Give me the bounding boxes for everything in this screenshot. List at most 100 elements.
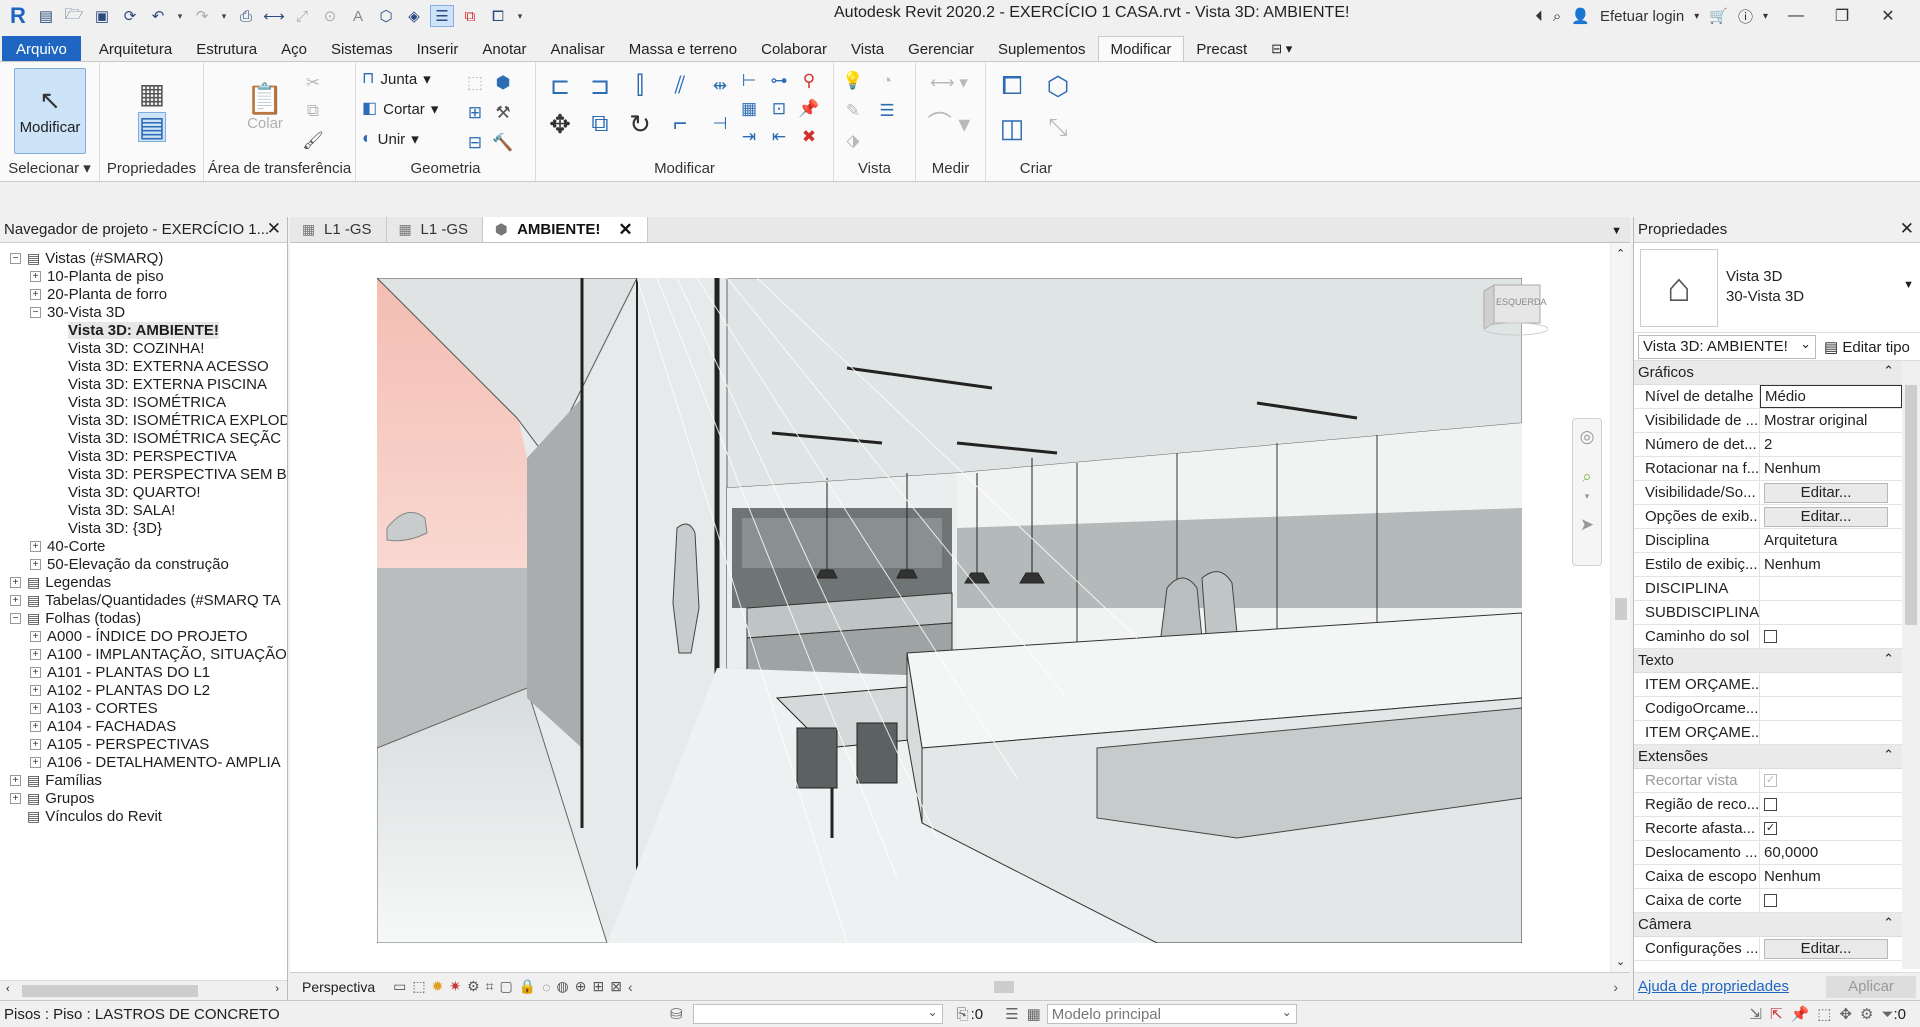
cut-geometry-button[interactable]: ◧ Cortar ▾ [362, 100, 438, 119]
collapse-icon[interactable]: − [10, 252, 21, 264]
select-links-icon[interactable]: ⇲ [1749, 1005, 1762, 1023]
cut-icon[interactable]: ✂ [300, 70, 326, 96]
edit-type-button[interactable]: ▤ Editar tipo [1824, 338, 1910, 356]
property-checkbox[interactable] [1764, 630, 1777, 643]
expand-icon[interactable]: + [10, 576, 21, 588]
property-value[interactable] [1760, 673, 1902, 696]
viewport-scrollbar[interactable]: ⌃ ⌄ [1612, 243, 1630, 972]
property-value[interactable]: Arquitetura [1760, 529, 1902, 552]
tab-massing[interactable]: Massa e terreno [617, 36, 749, 62]
match-properties-icon[interactable]: 🖌 [300, 128, 326, 154]
type-dropdown-icon[interactable]: ▼ [1903, 279, 1914, 291]
unite-button[interactable]: ◐ Unir ▾ [362, 130, 419, 149]
property-value[interactable]: 2 [1760, 433, 1902, 456]
tab-collaborate[interactable]: Colaborar [749, 36, 839, 62]
property-value[interactable]: 60,0000 [1760, 841, 1902, 864]
split-icon[interactable]: ⊣ [702, 106, 738, 142]
wall-joins-icon[interactable]: ⊞ [462, 100, 488, 126]
constraints-icon[interactable]: ⊠ [610, 978, 622, 995]
select-by-face-icon[interactable]: ⬚ [1817, 1005, 1831, 1023]
rendered-scene[interactable] [377, 278, 1522, 943]
sun-path-icon[interactable]: ✹ [432, 978, 444, 995]
modify-button[interactable]: ↖ Modificar [14, 68, 86, 154]
copy-element-icon[interactable]: ⧉ [582, 106, 618, 142]
create-similar-icon[interactable]: ⤡ [1040, 110, 1076, 146]
select-pinned-icon[interactable]: 📌 [1791, 1005, 1810, 1023]
main-model-icon[interactable]: ▦ [1027, 1005, 1041, 1023]
expand-icon[interactable]: + [30, 720, 41, 732]
login-dropdown-icon[interactable]: ▾ [1694, 11, 1699, 22]
tab-systems[interactable]: Sistemas [319, 36, 405, 62]
render-icon[interactable]: ⚙ [467, 978, 480, 995]
aligned-dimension-icon[interactable]: ⌒ ▾ [922, 108, 976, 138]
split-face-icon[interactable]: ⬚ [462, 70, 488, 96]
reveal-hidden-icon[interactable]: ◍ [557, 978, 569, 995]
tab-addins[interactable]: Suplementos [986, 36, 1098, 62]
mirror-draw-icon[interactable]: ⫽ [662, 68, 698, 104]
scale-icon[interactable]: ⊡ [766, 96, 792, 122]
orbit-icon[interactable]: ➤ [1577, 515, 1597, 535]
join-button[interactable]: ⊓ Junta ▾ [362, 70, 431, 89]
open-icon[interactable]: 🗁 [62, 5, 86, 27]
help-icon[interactable]: ⓘ [1738, 6, 1753, 27]
hammer-icon[interactable]: 🔨 [490, 130, 516, 156]
redo-dropdown-icon[interactable]: ▾ [218, 5, 230, 27]
minimize-icon[interactable]: — [1778, 7, 1814, 25]
view-mode-label[interactable]: Perspectiva [302, 979, 375, 995]
browser-scrollbar[interactable]: ‹ › [0, 980, 287, 1000]
select-underlay-icon[interactable]: ⇱ [1770, 1005, 1783, 1023]
detail-level-icon[interactable]: ▭ [393, 978, 406, 995]
property-section-header[interactable]: Gráficos [1634, 361, 1902, 385]
expand-icon[interactable]: + [30, 648, 41, 660]
section-icon[interactable]: ◈ [402, 5, 426, 27]
properties-scrollbar[interactable] [1902, 361, 1920, 969]
tab-precast[interactable]: Precast [1184, 36, 1259, 62]
3d-viewport[interactable]: ESQUERDA ◎ ⌕ ▾ ➤ [290, 243, 1610, 972]
undo-dropdown-icon[interactable]: ▾ [174, 5, 186, 27]
override-icon[interactable]: ◔ [874, 68, 900, 94]
worksets-icon[interactable]: ⛁ [670, 1005, 683, 1023]
zoom-icon[interactable]: ⌕ [1577, 467, 1597, 487]
create-group-icon[interactable]: ◫ [994, 110, 1030, 146]
scroll-right-icon[interactable]: › [1613, 979, 1618, 995]
undo-icon[interactable]: ↶ [146, 5, 170, 27]
customize-qat-icon[interactable]: ▾ [514, 5, 526, 27]
thin-lines-icon[interactable]: ☰ [430, 5, 454, 27]
close-browser-icon[interactable]: ✕ [267, 219, 281, 239]
ribbon-options-icon[interactable]: ⊟ ▾ [1259, 36, 1304, 62]
collapse-icon[interactable]: ‹ [628, 979, 633, 995]
property-section-header[interactable]: Câmera [1634, 913, 1902, 937]
property-value[interactable]: Nenhum [1760, 457, 1902, 480]
array-icon[interactable]: ▦ [736, 96, 762, 122]
property-value[interactable] [1760, 577, 1902, 600]
tabs-menu-icon[interactable]: ▼ [1603, 225, 1630, 242]
view-hscroll-thumb[interactable] [993, 980, 1014, 993]
login-link[interactable]: Efetuar login [1600, 8, 1684, 25]
expand-icon[interactable]: + [10, 594, 21, 606]
steering-wheel-icon[interactable]: ◎ [1577, 427, 1597, 447]
property-edit-button[interactable]: Editar... [1764, 506, 1888, 527]
design-option-dropdown[interactable]: Modelo principal [1046, 1004, 1297, 1024]
crop-view-icon[interactable]: ⌗ [486, 978, 494, 995]
tab-file[interactable]: Arquivo [2, 36, 81, 62]
tab-insert[interactable]: Inserir [405, 36, 471, 62]
property-value[interactable] [1760, 721, 1902, 744]
property-checkbox[interactable] [1764, 894, 1777, 907]
expand-icon[interactable]: + [30, 540, 41, 552]
pin-icon[interactable]: 📌 [796, 96, 822, 122]
properties-help-link[interactable]: Ajuda de propriedades [1638, 978, 1789, 995]
copy-icon[interactable]: ⧉ [300, 98, 326, 124]
tab-structure[interactable]: Estrutura [184, 36, 269, 62]
close-tab-icon[interactable]: ✕ [618, 220, 632, 240]
expand-icon[interactable]: + [10, 792, 21, 804]
instance-filter-dropdown[interactable]: Vista 3D: AMBIENTE! [1638, 334, 1816, 359]
show-crop-icon[interactable]: ▢ [500, 978, 513, 995]
browser-item[interactable]: ▤ Vínculos do Revit [10, 805, 162, 827]
tab-manage[interactable]: Gerenciar [896, 36, 986, 62]
search-arrow-icon[interactable]: ⏴ [1535, 8, 1543, 25]
property-checkbox[interactable]: ✓ [1764, 822, 1777, 835]
property-edit-button[interactable]: Editar... [1764, 938, 1888, 959]
trim-extend-icon[interactable]: ⇥ [736, 124, 762, 150]
view-tab-l1-gs-2[interactable]: ▦ L1 -GS [387, 217, 484, 242]
view-tab-l1-gs-1[interactable]: ▦ L1 -GS [290, 217, 387, 242]
